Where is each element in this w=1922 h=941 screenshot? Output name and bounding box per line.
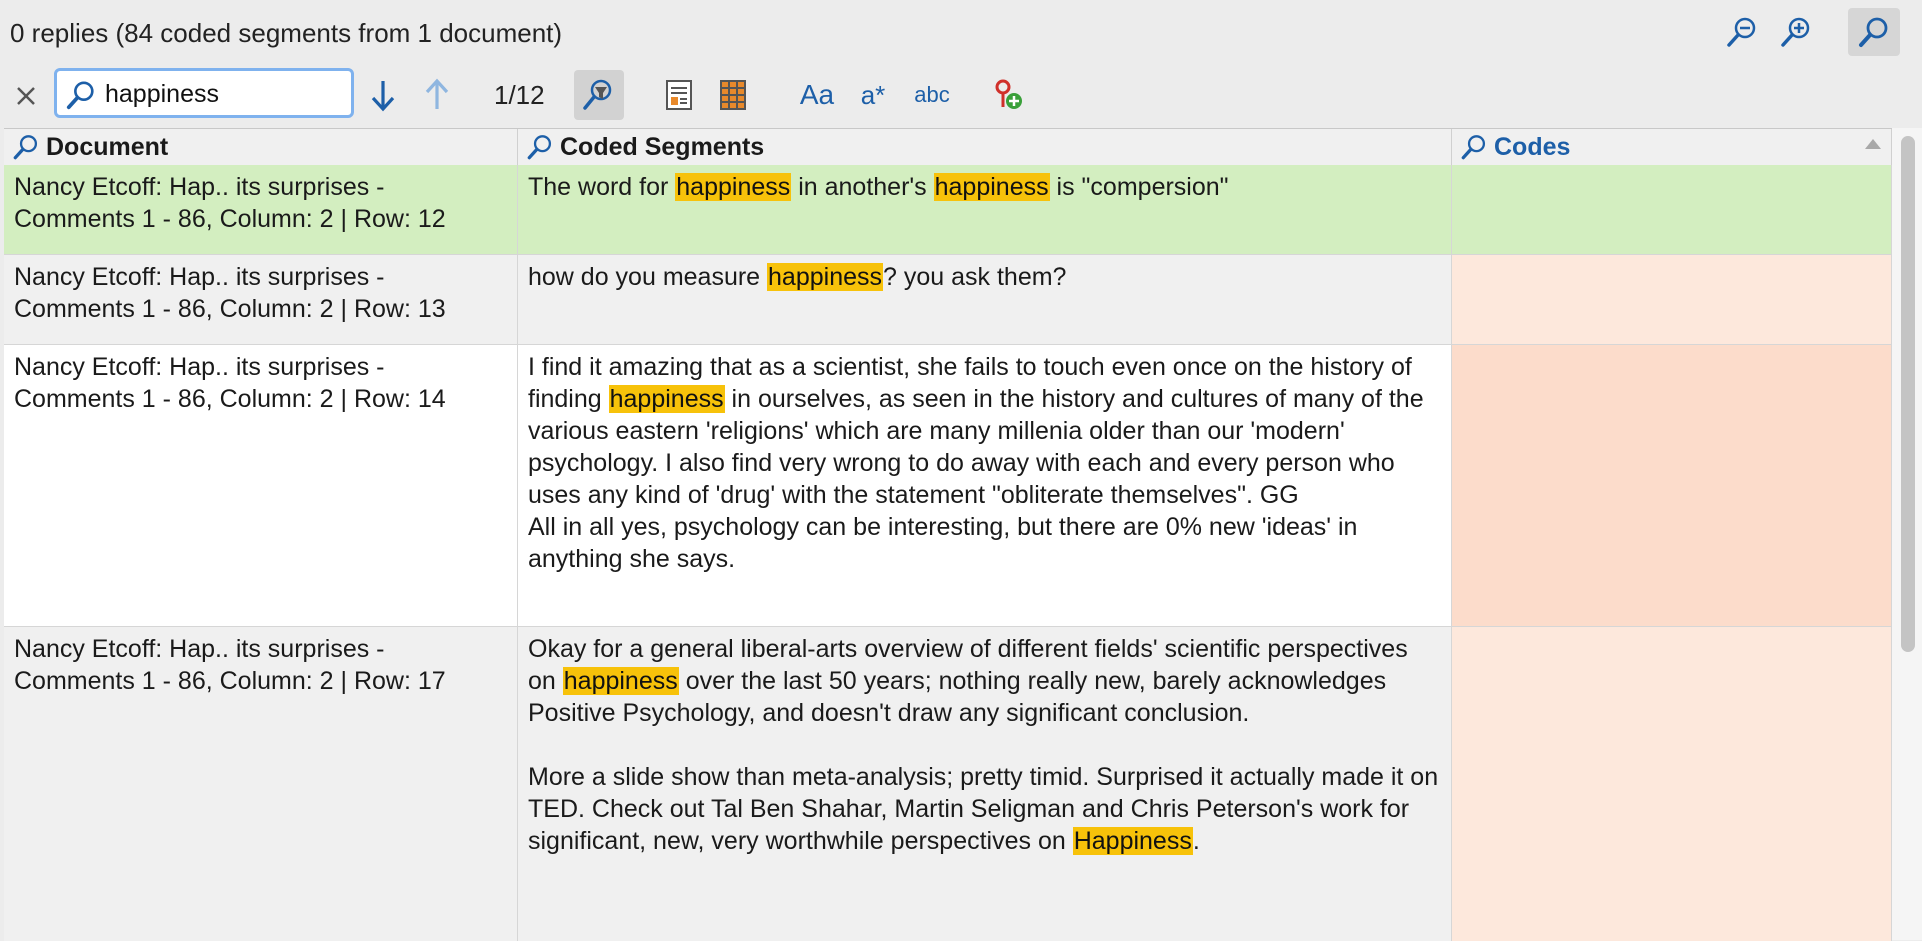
segment-cell: how do you measure happiness? you ask th… (518, 255, 1452, 344)
document-cell: Nancy Etcoff: Hap.. its surprises - Comm… (4, 165, 518, 254)
zoom-in-button[interactable] (1776, 12, 1816, 52)
codes-cell (1452, 345, 1892, 626)
match-case-label: Aa (799, 79, 835, 110)
table-view-button[interactable] (708, 70, 758, 120)
filter-results-button[interactable] (574, 70, 624, 120)
zoom-in-icon (1781, 17, 1810, 47)
vertical-scrollbar[interactable] (1892, 128, 1922, 940)
search-match: Happiness (1072, 827, 1193, 855)
close-icon (17, 87, 35, 105)
next-result-button[interactable] (358, 70, 408, 120)
match-case-button[interactable]: Aa (790, 70, 844, 120)
segment-cell: The word for happiness in another's happ… (518, 165, 1452, 254)
scrollbar-thumb[interactable] (1901, 136, 1915, 652)
search-filter-icon (583, 79, 612, 110)
status-bar: 0 replies (84 coded segments from 1 docu… (0, 0, 1922, 64)
table-header: Document Coded Segments Codes (4, 129, 1892, 166)
search-match: happiness (675, 173, 792, 201)
table-row[interactable]: Nancy Etcoff: Hap.. its surprises - Comm… (4, 345, 1892, 627)
result-counter: 1/12 (494, 80, 545, 110)
wildcard-button[interactable]: a* (848, 70, 898, 120)
column-title: Document (46, 132, 169, 161)
wildcard-label: a* (860, 79, 886, 110)
coded-segments-table: Document Coded Segments Codes Nancy Etco… (4, 128, 1892, 941)
code-add-icon (995, 79, 1022, 109)
codes-cell (1452, 255, 1892, 344)
close-search-button[interactable] (8, 78, 44, 114)
status-text: 0 replies (84 coded segments from 1 docu… (10, 18, 563, 48)
search-toggle-button[interactable] (1848, 8, 1900, 56)
table-row[interactable]: Nancy Etcoff: Hap.. its surprises - Comm… (4, 165, 1892, 255)
document-cell: Nancy Etcoff: Hap.. its surprises - Comm… (4, 345, 518, 626)
table-row[interactable]: Nancy Etcoff: Hap.. its surprises - Comm… (4, 255, 1892, 345)
segment-cell: Okay for a general liberal-arts overview… (518, 627, 1452, 941)
add-code-button[interactable] (982, 70, 1032, 120)
zoom-out-button[interactable] (1722, 12, 1762, 52)
codes-cell (1452, 627, 1892, 941)
search-toolbar: 1/12 Aa a* abc (0, 64, 1922, 126)
table-grid-icon (720, 80, 746, 110)
search-icon (13, 135, 38, 160)
search-match: happiness (608, 385, 725, 413)
search-match: happiness (562, 667, 679, 695)
search-input[interactable] (103, 77, 347, 111)
column-header-codes[interactable]: Codes (1452, 129, 1892, 165)
segment-cell: I find it amazing that as a scientist, s… (518, 345, 1452, 626)
search-icon (527, 135, 552, 160)
document-cell: Nancy Etcoff: Hap.. its surprises - Comm… (4, 627, 518, 941)
document-cell: Nancy Etcoff: Hap.. its surprises - Comm… (4, 255, 518, 344)
document-list-icon (666, 80, 692, 110)
zoom-out-icon (1727, 17, 1756, 47)
column-header-segments[interactable]: Coded Segments (518, 129, 1452, 165)
arrow-down-icon (371, 81, 395, 112)
column-title: Coded Segments (560, 132, 765, 161)
sort-ascending-icon[interactable] (1865, 139, 1881, 149)
codes-cell (1452, 165, 1892, 254)
column-title: Codes (1494, 132, 1571, 161)
document-view-button[interactable] (654, 70, 704, 120)
search-field[interactable] (54, 68, 354, 118)
search-icon (1461, 135, 1486, 160)
search-match: happiness (767, 263, 884, 291)
table-row[interactable]: Nancy Etcoff: Hap.. its surprises - Comm… (4, 627, 1892, 941)
whole-word-label: abc (914, 82, 950, 107)
search-match: happiness (933, 173, 1050, 201)
column-header-document[interactable]: Document (4, 129, 518, 165)
search-icon (66, 81, 94, 110)
search-icon (1859, 17, 1888, 47)
previous-result-button[interactable] (412, 70, 462, 120)
whole-word-button[interactable]: abc (904, 70, 960, 120)
arrow-up-icon (425, 78, 449, 109)
